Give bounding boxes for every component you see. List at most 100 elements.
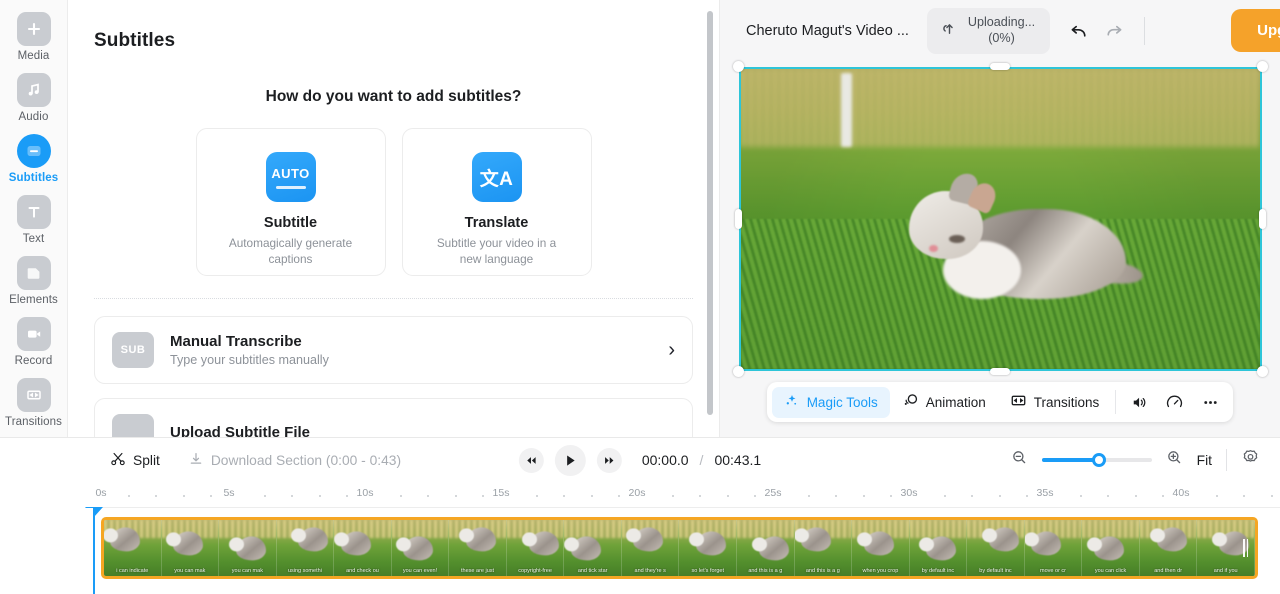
sidebar-item-text[interactable]: Text <box>0 195 68 245</box>
fast-forward-button[interactable] <box>596 447 622 473</box>
sidebar-item-record[interactable]: Record <box>0 317 68 367</box>
shape-icon <box>16 256 51 290</box>
resize-handle-top-right[interactable] <box>1256 61 1268 72</box>
ruler-tick-dot <box>1080 495 1083 497</box>
gear-icon[interactable] <box>1241 448 1260 472</box>
ruler-tick-label: 10s <box>356 487 374 499</box>
clip-thumbnail: move or cr <box>1024 520 1083 576</box>
sidebar-item-subtitles[interactable]: Subtitles <box>0 134 68 184</box>
translate-icon: 文A <box>471 152 522 202</box>
rewind-button[interactable] <box>518 447 544 473</box>
play-button[interactable] <box>554 444 586 476</box>
video-preview[interactable] <box>738 67 1262 371</box>
plus-icon <box>16 12 51 46</box>
clip-trim-handle-right[interactable] <box>1242 537 1249 559</box>
thumbnail-cat <box>1149 527 1187 552</box>
resize-handle-right[interactable] <box>1258 209 1266 229</box>
ruler-tick-dot <box>1107 495 1110 497</box>
fit-button[interactable]: Fit <box>1197 453 1212 468</box>
sidebar-item-audio[interactable]: Audio <box>0 73 68 123</box>
clip-thumbnail: and tick star <box>564 520 622 576</box>
subtitle-auto-card[interactable]: AUTO Subtitle Automagically generate cap… <box>195 128 386 276</box>
card-title: Translate <box>464 215 529 231</box>
sidebar-item-label: Media <box>17 50 50 62</box>
ruler-tick-dot <box>345 495 348 497</box>
download-section-button[interactable]: Download Section (0:00 - 0:43) <box>188 451 401 470</box>
timeline-toolbar-right: Fit <box>1011 448 1260 472</box>
redo-button[interactable] <box>1096 13 1132 49</box>
ruler-tick-dot <box>726 495 729 497</box>
clip-thumbnail: these are just <box>449 520 507 576</box>
ruler-tick-dot <box>128 495 131 497</box>
ruler-tick-dot <box>1243 495 1246 497</box>
upload-subtitle-file-row[interactable]: Upload Subtitle File <box>94 398 693 437</box>
ruler-tick-dot <box>209 495 212 497</box>
playhead[interactable] <box>85 507 103 594</box>
undo-button[interactable] <box>1060 13 1096 49</box>
transitions-icon <box>1010 392 1027 412</box>
ruler-tick-label: 30s <box>900 487 918 499</box>
ruler-tick-dot <box>427 495 430 497</box>
split-button[interactable]: Split <box>110 451 160 470</box>
zoom-slider-knob[interactable] <box>1091 453 1106 467</box>
panel-scrollbar[interactable] <box>707 11 713 415</box>
subtitle-icon <box>16 134 51 168</box>
clip-thumbnail: you can even! <box>391 520 450 576</box>
camera-icon <box>16 317 51 351</box>
animation-button[interactable]: Animation <box>890 387 998 418</box>
ruler-tick-dot <box>862 495 865 497</box>
video-clip[interactable]: i can indicate you can mak you can mak usin… <box>101 517 1258 579</box>
thumbnail-caption: you can mak <box>231 567 263 574</box>
ruler-tick-dot <box>1025 495 1028 497</box>
resize-handle-top[interactable] <box>989 63 1010 70</box>
resize-handle-left[interactable] <box>734 209 742 229</box>
current-time: 00:00.0 <box>641 452 689 468</box>
thumbnail-cat <box>458 527 496 552</box>
video-title[interactable]: Cheruto Magut's Video ... <box>746 23 909 39</box>
transitions-button[interactable]: Transitions <box>998 387 1112 418</box>
row-subtitle: Type your subtitles manually <box>170 353 329 367</box>
magic-tools-button[interactable]: Magic Tools <box>771 386 890 418</box>
clip-thumbnail: and then dr <box>1139 520 1198 576</box>
resize-handle-bottom-right[interactable] <box>1256 366 1268 377</box>
translate-card[interactable]: 文A Translate Subtitle your video in a ne… <box>401 128 592 276</box>
cat-nose <box>928 245 938 252</box>
volume-icon[interactable] <box>1120 387 1156 418</box>
row-texts: Manual Transcribe Type your subtitles ma… <box>170 333 668 367</box>
card-subtitle: Subtitle your video in a new language <box>436 236 557 266</box>
thumbnail-caption: you can mak <box>174 567 206 574</box>
more-options-icon[interactable] <box>1192 387 1228 418</box>
sidebar-item-elements[interactable]: Elements <box>0 256 68 306</box>
manual-transcribe-row[interactable]: SUB Manual Transcribe Type your subtitle… <box>94 316 693 384</box>
timeline-ruler[interactable]: 0s 5s 10s 15s 20s 25s 30s 35s 40s <box>93 482 1280 508</box>
upload-percent-label: (0%) <box>988 31 1015 45</box>
zoom-slider[interactable] <box>1041 453 1152 467</box>
sidebar-item-label: Transitions <box>5 416 62 428</box>
clip-thumbnail: you can click <box>1082 520 1140 576</box>
toolbar-item-label: Animation <box>925 394 986 410</box>
time-separator: / <box>699 452 704 468</box>
ruler-tick-dot <box>563 495 566 497</box>
preview-area: Cheruto Magut's Video ... Uploading... (… <box>720 0 1280 437</box>
row-title: Manual Transcribe <box>170 333 302 350</box>
ruler-tick-dot <box>1270 495 1273 497</box>
ruler-tick-label: 35s <box>1036 487 1054 499</box>
thumbnail-caption: and this is a g <box>748 567 783 574</box>
zoom-out-icon[interactable] <box>1011 449 1028 471</box>
panel-question: How do you want to add subtitles? <box>265 88 522 105</box>
resize-handle-bottom-left[interactable] <box>732 366 744 377</box>
sidebar-item-label: Record <box>14 355 53 367</box>
thumbnail-cat <box>626 527 664 552</box>
upgrade-button[interactable]: Upgrade <box>1231 9 1280 52</box>
zoom-in-icon[interactable] <box>1166 449 1183 471</box>
clip-thumbnail: using somethi <box>276 520 335 576</box>
ruler-tick-dot <box>835 495 838 497</box>
upload-status-button[interactable]: Uploading... (0%) <box>926 8 1051 54</box>
speed-icon[interactable] <box>1156 387 1192 418</box>
thumbnail-cat <box>751 536 789 561</box>
download-icon <box>188 451 204 470</box>
resize-handle-bottom[interactable] <box>989 368 1010 375</box>
sidebar-item-media[interactable]: Media <box>0 12 68 62</box>
sidebar-item-transitions[interactable]: Transitions <box>0 378 68 428</box>
resize-handle-top-left[interactable] <box>732 61 744 72</box>
